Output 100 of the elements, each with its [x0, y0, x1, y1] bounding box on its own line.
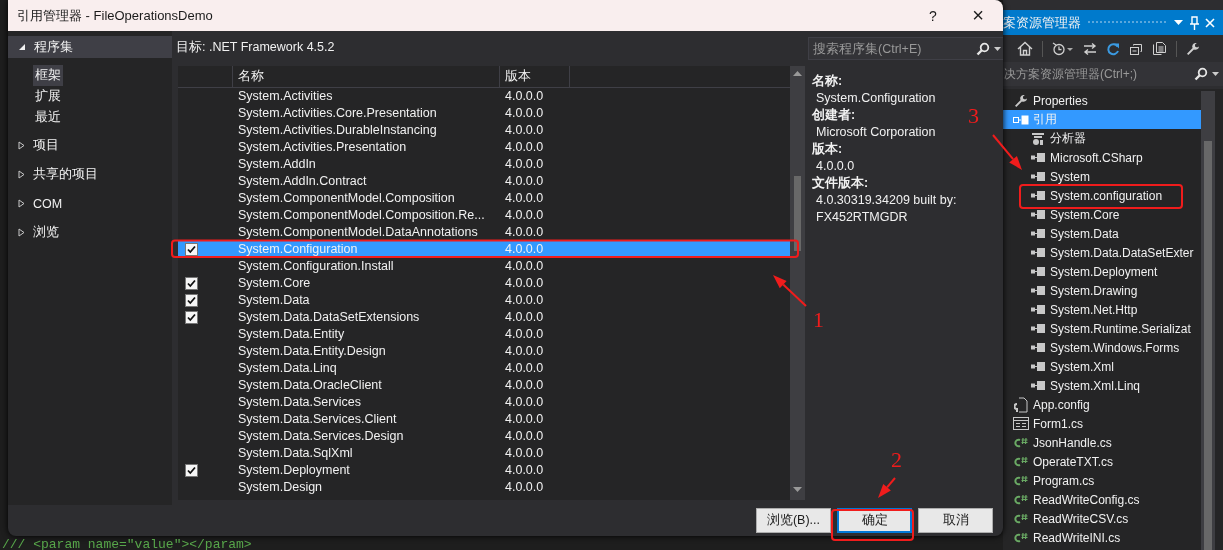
assembly-name[interactable]: System.AddIn.Contract	[233, 173, 500, 190]
tree-item[interactable]: System.Core	[1003, 205, 1201, 224]
assembly-name[interactable]: System.Data.SqlXml	[233, 445, 500, 462]
assembly-name[interactable]: System.Activities.Core.Presentation	[233, 105, 500, 122]
dropdown-caret-icon[interactable]	[994, 46, 1001, 51]
scroll-up-icon[interactable]	[793, 71, 802, 77]
close-button[interactable]: ×	[967, 0, 989, 31]
detail-value: System.Configuration	[815, 90, 936, 107]
assembly-name[interactable]: System.Data.Services	[233, 394, 500, 411]
scrollbar[interactable]	[1201, 91, 1215, 550]
version-cell-text: 4.0.0.0	[504, 309, 545, 326]
assembly-icon	[1031, 343, 1045, 352]
tree-item[interactable]: System.Data.DataSetExter	[1003, 243, 1201, 262]
assembly-name[interactable]: System.ComponentModel.Composition.Re...	[233, 207, 500, 224]
collapse-all-icon[interactable]	[1129, 41, 1143, 56]
tree-item[interactable]: App.config	[1003, 395, 1201, 414]
assembly-name[interactable]: System.Activities	[233, 88, 500, 105]
tree-item[interactable]: System.Xml	[1003, 357, 1201, 376]
sync-icon[interactable]	[1083, 41, 1097, 56]
nav-group[interactable]: COM	[33, 196, 63, 211]
assembly-name[interactable]: System.Data.OracleClient	[233, 377, 500, 394]
tree-item[interactable]: System.configuration	[1003, 186, 1201, 205]
assembly-name[interactable]: System.Design	[233, 479, 500, 496]
tree-item[interactable]: System.Data	[1003, 224, 1201, 243]
tree-item[interactable]: System.Windows.Forms	[1003, 338, 1201, 357]
expand-triangle-icon[interactable]	[18, 228, 25, 237]
assembly-name[interactable]: System.Configuration.Install	[233, 258, 500, 275]
column-header[interactable]: 版本	[500, 66, 570, 87]
tree-item[interactable]: OperateTXT.cs	[1003, 452, 1201, 471]
assembly-name[interactable]: System.Data	[233, 292, 500, 309]
scrollbar-thumb[interactable]	[1204, 141, 1212, 550]
ok-button[interactable]: 确定	[837, 508, 912, 533]
nav-group[interactable]: 程序集	[34, 38, 73, 56]
collapse-triangle-icon[interactable]	[18, 43, 26, 51]
show-all-files-icon[interactable]	[1152, 41, 1167, 56]
checkbox[interactable]	[185, 464, 198, 477]
cancel-button[interactable]: 取消	[918, 508, 993, 533]
assembly-name[interactable]: System.Data.Linq	[233, 360, 500, 377]
assembly-name[interactable]: System.Data.Services.Design	[233, 428, 500, 445]
tree-item[interactable]: System	[1003, 167, 1201, 186]
tree-item[interactable]: ReadWriteConfig.cs	[1003, 490, 1201, 509]
scroll-down-icon[interactable]	[793, 487, 802, 493]
dropdown-caret-icon[interactable]	[1212, 72, 1219, 76]
assembly-name[interactable]: System.Data.Entity	[233, 326, 500, 343]
nav-group[interactable]: 项目	[33, 137, 59, 154]
scrollbar[interactable]	[790, 66, 805, 500]
expand-triangle-icon[interactable]	[18, 170, 25, 179]
home-icon[interactable]	[1017, 41, 1033, 56]
tree-item[interactable]: System.Xml.Linq	[1003, 376, 1201, 395]
checkbox[interactable]	[185, 243, 198, 256]
nav-item[interactable]: 框架	[33, 65, 63, 86]
assembly-name[interactable]: System.ComponentModel.Composition	[233, 190, 500, 207]
tree-item[interactable]: System.Runtime.Serializat	[1003, 319, 1201, 338]
tree-item[interactable]: System.Drawing	[1003, 281, 1201, 300]
help-button[interactable]: ?	[923, 0, 943, 31]
dropdown-caret-icon[interactable]	[1174, 20, 1183, 25]
nav-item[interactable]: 扩展	[33, 86, 63, 107]
tree-item[interactable]: Microsoft.CSharp	[1003, 148, 1201, 167]
browse-button[interactable]: 浏览(B)...	[756, 508, 831, 533]
tree-item[interactable]: ReadWriteINI.cs	[1003, 528, 1201, 547]
assembly-name[interactable]: System.Data.Services.Client	[233, 411, 500, 428]
checkbox[interactable]	[185, 311, 198, 324]
wrench-icon[interactable]	[1186, 41, 1200, 56]
version-cell-text: 4.0.0.0	[504, 343, 545, 360]
nav-item[interactable]: 最近	[33, 107, 63, 128]
assembly-name[interactable]: System.AddIn	[233, 156, 500, 173]
expand-triangle-icon[interactable]	[18, 141, 25, 150]
nav-group[interactable]: 共享的项目	[33, 166, 98, 183]
assembly-name[interactable]: System.ComponentModel.DataAnnotations	[233, 224, 500, 241]
assembly-name[interactable]: System.Deployment	[233, 462, 500, 479]
column-header[interactable]: 名称	[233, 66, 500, 87]
refresh-icon[interactable]	[1106, 41, 1120, 56]
tree-item[interactable]: 分析器	[1003, 129, 1201, 148]
assembly-name[interactable]: System.Core	[233, 275, 500, 292]
search-field[interactable]: 决方案资源管理器(Ctrl+;)	[1003, 62, 1223, 86]
tree-item[interactable]: System.Deployment	[1003, 262, 1201, 281]
close-icon[interactable]	[1205, 17, 1215, 28]
scrollbar-thumb[interactable]	[794, 176, 801, 251]
nav-group[interactable]: 浏览	[33, 224, 59, 241]
expand-triangle-icon[interactable]	[18, 199, 25, 208]
pin-icon[interactable]	[1189, 15, 1199, 30]
annotation-arrow	[773, 275, 807, 307]
nav-group-header[interactable]: 程序集	[8, 36, 172, 58]
tree-item[interactable]: Properties	[1003, 91, 1201, 110]
tree-item[interactable]: Form1.cs	[1003, 414, 1201, 433]
tree-item[interactable]: ReadWriteCSV.cs	[1003, 509, 1201, 528]
assembly-name[interactable]: System.Activities.DurableInstancing	[233, 122, 500, 139]
tree-item[interactable]: Program.cs	[1003, 471, 1201, 490]
analyzer-icon	[1031, 131, 1045, 146]
assembly-name[interactable]: System.Data.DataSetExtensions	[233, 309, 500, 326]
search-icon[interactable]	[1194, 67, 1208, 81]
assembly-name[interactable]: System.Data.Entity.Design	[233, 343, 500, 360]
search-icon[interactable]	[976, 41, 990, 56]
checkbox[interactable]	[185, 277, 198, 290]
checkbox[interactable]	[185, 294, 198, 307]
search-field[interactable]: 搜索程序集(Ctrl+E)	[808, 37, 1003, 60]
assembly-name[interactable]: System.Activities.Presentation	[233, 139, 500, 156]
tree-item[interactable]: JsonHandle.cs	[1003, 433, 1201, 452]
tree-item[interactable]: System.Net.Http	[1003, 300, 1201, 319]
history-icon[interactable]	[1052, 41, 1074, 56]
